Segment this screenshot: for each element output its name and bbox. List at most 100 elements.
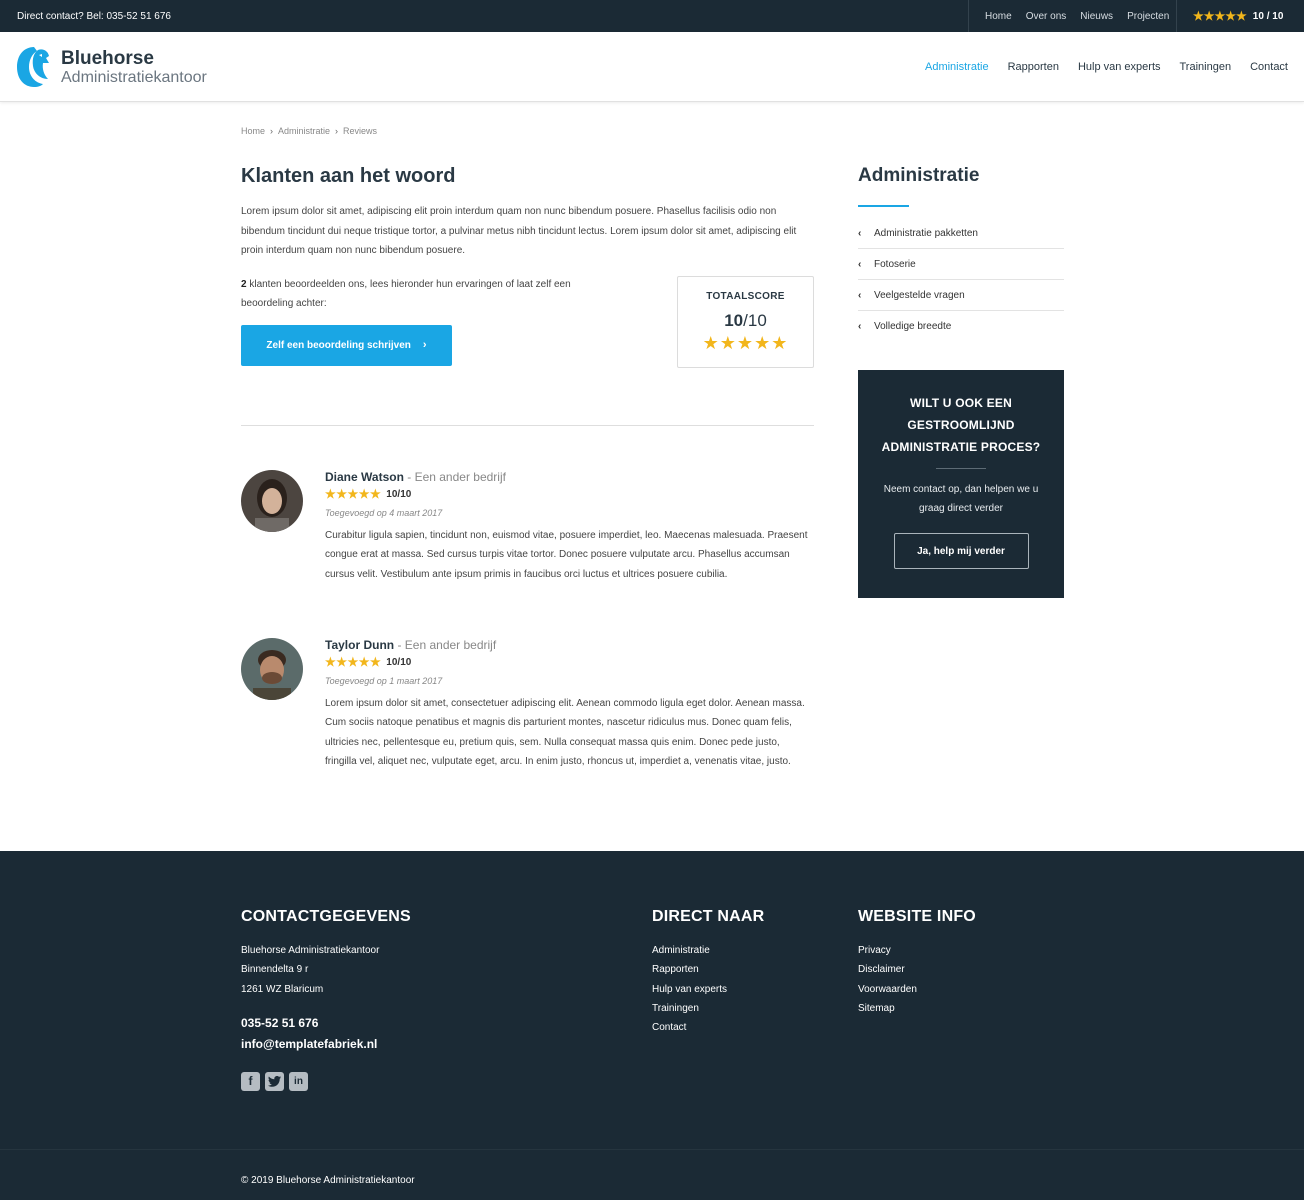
footer-link-hulp-van-experts[interactable]: Hulp van experts [652, 980, 764, 999]
reviewer-name: Taylor Dunn - Een ander bedrijf [325, 638, 497, 652]
review-count-text: 2 klanten beoordeelden ons, lees hierond… [241, 275, 621, 313]
chevron-left-icon: ‹ [858, 258, 862, 270]
intro-text: Lorem ipsum dolor sit amet, adipiscing e… [241, 206, 797, 256]
star-rating-icon: ★★★★★ [325, 487, 382, 501]
review-score: 10/10 [386, 488, 412, 500]
chevron-right-icon: › [270, 126, 274, 136]
nav-administratie[interactable]: Administratie [925, 61, 989, 73]
footer-link-trainingen[interactable]: Trainingen [652, 999, 764, 1018]
top-rating-value: 10 / 10 [1252, 10, 1284, 22]
footer-contact: CONTACTGEGEVENS Bluehorse Administratiek… [241, 908, 411, 1091]
footer-email[interactable]: info@templatefabriek.nl [241, 1034, 411, 1055]
nav-hulp-van-experts[interactable]: Hulp van experts [1078, 61, 1161, 73]
accent-line [858, 205, 909, 207]
top-contact-text: Direct contact? Bel: 035-52 51 676 [17, 11, 171, 22]
user-photo-icon [241, 470, 303, 532]
copyright: © 2019 Bluehorse Administratiekantoor [241, 1175, 415, 1186]
footer-link-voorwaarden[interactable]: Voorwaarden [858, 980, 976, 999]
chevron-left-icon: ‹ [858, 321, 862, 332]
bottom-bar: © 2019 Bluehorse Administratiekantoor [0, 1149, 1304, 1200]
top-link-home[interactable]: Home [985, 11, 1012, 22]
cta-box: WILT U OOK EEN GESTROOMLIJND ADMINISTRAT… [858, 370, 1064, 598]
site-header: Bluehorse Administratiekantoor Administr… [0, 32, 1304, 102]
breadcrumb-home[interactable]: Home [241, 126, 265, 136]
footer-info: WEBSITE INFO Privacy Disclaimer Voorwaar… [858, 908, 976, 1018]
total-score-box: TOTAALSCORE 10/10 ★★★★★ [677, 275, 814, 368]
nav-contact[interactable]: Contact [1250, 61, 1288, 73]
footer-direct: DIRECT NAAR Administratie Rapporten Hulp… [652, 908, 764, 1037]
total-score-label: TOTAALSCORE [706, 290, 785, 302]
sidebar-title: Administratie [858, 165, 980, 186]
review-body: Diane Watson - Een ander bedrijf ★★★★★ 1… [325, 470, 814, 584]
cta-button[interactable]: Ja, help mij verder [893, 533, 1029, 569]
footer-direct-title: DIRECT NAAR [652, 908, 765, 925]
review-date: Toegevoegd op 1 maart 2017 [325, 676, 443, 686]
footer-company: Bluehorse Administratiekantoor [241, 945, 380, 956]
footer-link-contact[interactable]: Contact [652, 1018, 764, 1037]
chevron-left-icon: ‹ [858, 227, 862, 239]
breadcrumb-administratie[interactable]: Administratie [278, 126, 330, 136]
main-nav: Administratie Rapporten Hulp van experts… [925, 32, 1304, 102]
sidebar-item-veelgestelde-vragen[interactable]: ‹ Veelgestelde vragen [858, 280, 1064, 311]
user-photo-icon [241, 638, 303, 700]
footer-link-privacy[interactable]: Privacy [858, 941, 976, 960]
review-text: Curabitur ligula sapien, tincidunt non, … [325, 530, 808, 580]
write-review-label: Zelf een beoordeling schrijven [266, 339, 411, 351]
total-score-stars-icon: ★★★★★ [702, 332, 789, 353]
logo-name: Bluehorse [61, 48, 154, 69]
sidebar-item-fotoserie[interactable]: ‹ Fotoserie [858, 249, 1064, 280]
chevron-left-icon: ‹ [858, 289, 862, 301]
top-rating-stars-icon: ★★★★★ [1193, 9, 1247, 23]
review-rating: ★★★★★ 10/10 [325, 655, 814, 669]
top-links: Home Over ons Nieuws Projecten [968, 0, 1183, 32]
horse-logo-icon [17, 47, 49, 87]
nav-rapporten[interactable]: Rapporten [1008, 61, 1059, 73]
breadcrumb-current: Reviews [343, 126, 378, 136]
cta-text: Neem contact op, dan helpen we u graag d… [883, 484, 1039, 514]
divider [241, 425, 814, 426]
page-title: Klanten aan het woord [241, 165, 456, 187]
footer-info-title: WEBSITE INFO [858, 908, 976, 925]
write-review-button[interactable]: Zelf een beoordeling schrijven › [241, 324, 452, 366]
footer-street: Binnendelta 9 r [241, 964, 309, 976]
footer-link-administratie[interactable]: Administratie [652, 941, 764, 960]
footer-link-disclaimer[interactable]: Disclaimer [858, 960, 976, 979]
footer-phone[interactable]: 035-52 51 676 [241, 1013, 411, 1034]
star-rating-icon: ★★★★★ [325, 655, 382, 669]
cta-divider [936, 468, 986, 469]
footer-link-rapporten[interactable]: Rapporten [652, 960, 764, 979]
sidebar: Administratie ‹ Administratie pakketten … [858, 165, 1064, 342]
social-links: f in [241, 1071, 411, 1091]
review-date: Toegevoegd op 4 maart 2017 [325, 508, 443, 518]
site-footer: CONTACTGEGEVENS Bluehorse Administratiek… [0, 851, 1304, 1149]
reviewer-name: Diane Watson - Een ander bedrijf [325, 470, 506, 484]
footer-city: 1261 WZ Blaricum [241, 983, 324, 995]
facebook-icon[interactable]: f [241, 1071, 260, 1091]
footer-link-sitemap[interactable]: Sitemap [858, 999, 976, 1018]
chevron-right-icon: › [335, 126, 339, 136]
cta-title: WILT U OOK EEN GESTROOMLIJND ADMINISTRAT… [881, 396, 1041, 454]
main-content: Klanten aan het woord Lorem ipsum dolor … [241, 165, 814, 383]
twitter-icon[interactable] [265, 1071, 284, 1091]
top-link-projecten[interactable]: Projecten [1127, 11, 1169, 22]
logo[interactable]: Bluehorse Administratiekantoor [16, 42, 216, 92]
linkedin-icon[interactable]: in [289, 1071, 308, 1091]
nav-trainingen[interactable]: Trainingen [1180, 61, 1232, 73]
review-text: Lorem ipsum dolor sit amet, consectetuer… [325, 698, 805, 767]
top-rating: ★★★★★ 10 / 10 [1176, 0, 1304, 32]
review-count-label: klanten beoordeelden ons, lees hieronder… [241, 278, 571, 309]
chevron-right-icon: › [422, 339, 427, 351]
breadcrumb: Home › Administratie › Reviews [241, 126, 377, 136]
logo-subtitle: Administratiekantoor [61, 69, 207, 86]
review-score: 10/10 [386, 656, 412, 668]
top-link-nieuws[interactable]: Nieuws [1080, 11, 1113, 22]
sidebar-item-volledige-breedte[interactable]: ‹ Volledige breedte [858, 311, 1064, 342]
footer-contact-title: CONTACTGEGEVENS [241, 908, 411, 925]
avatar [241, 638, 303, 700]
review-rating: ★★★★★ 10/10 [325, 487, 814, 501]
sidebar-item-administratie-pakketten[interactable]: ‹ Administratie pakketten [858, 218, 1064, 249]
review-summary: 2 klanten beoordeelden ons, lees hierond… [241, 275, 814, 383]
top-link-over-ons[interactable]: Over ons [1026, 11, 1067, 22]
review-body: Taylor Dunn - Een ander bedrijf ★★★★★ 10… [325, 638, 814, 771]
avatar [241, 470, 303, 532]
